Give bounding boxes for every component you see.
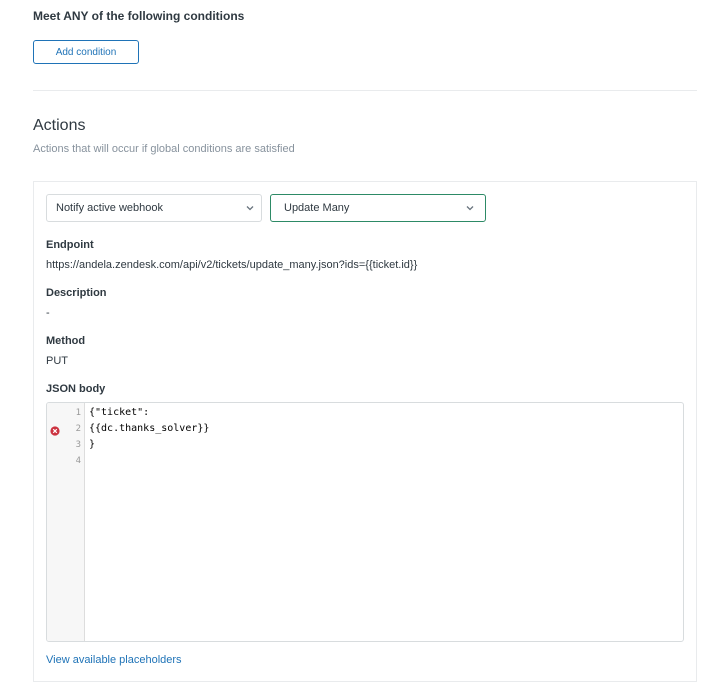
actions-subtitle: Actions that will occur if global condit… [33,143,295,155]
editor-gutter [47,403,85,641]
action-type-value: Notify active webhook [56,202,163,214]
endpoint-label: Endpoint [46,239,94,251]
section-divider [33,90,697,91]
json-body-label: JSON body [46,383,106,395]
description-value: - [46,307,50,319]
line-number: 4 [75,456,81,466]
json-body-editor[interactable]: 1 2 3 4 {"ticket": {{dc.thanks_solver}} … [46,402,684,642]
line-number: 1 [75,408,81,418]
conditions-title: Meet ANY of the following conditions [33,9,245,23]
chevron-down-icon [466,206,474,211]
description-label: Description [46,287,107,299]
error-icon [50,426,60,436]
chevron-down-icon [246,206,254,211]
code-line[interactable]: {{dc.thanks_solver}} [89,423,209,434]
view-placeholders-link[interactable]: View available placeholders [46,654,182,666]
actions-title: Actions [33,117,86,134]
code-line[interactable]: {"ticket": [89,407,149,418]
line-number: 3 [75,440,81,450]
code-line[interactable]: } [89,439,95,450]
method-value: PUT [46,355,68,367]
webhook-action-value: Update Many [284,202,350,214]
method-label: Method [46,335,86,347]
webhook-action-select[interactable]: Update Many [270,194,486,222]
endpoint-value: https://andela.zendesk.com/api/v2/ticket… [46,259,418,271]
line-number: 2 [75,424,81,434]
add-condition-button[interactable]: Add condition [33,40,139,64]
action-type-select[interactable]: Notify active webhook [46,194,262,222]
